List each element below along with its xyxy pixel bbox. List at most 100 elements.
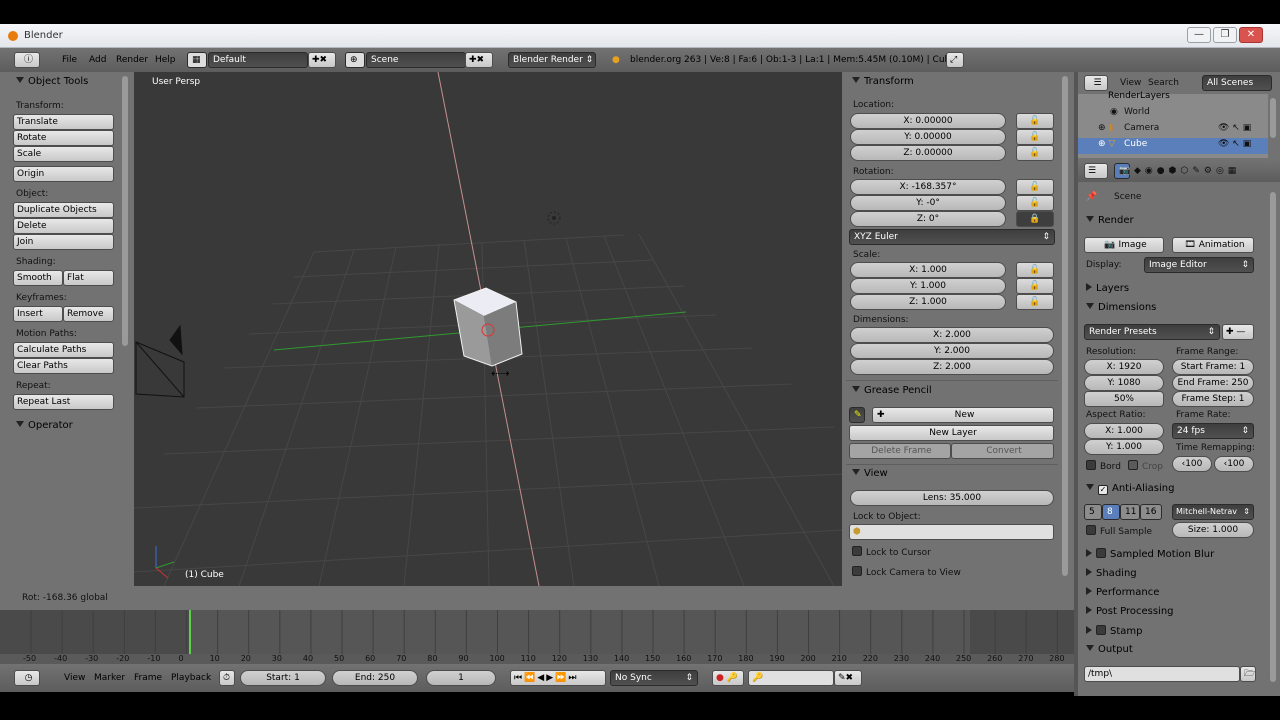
- outliner-item-world[interactable]: World: [1124, 107, 1150, 117]
- delete-button[interactable]: Delete: [13, 218, 114, 234]
- lock-scale-z-icon[interactable]: 🔓: [1016, 294, 1054, 310]
- crop-checkbox[interactable]: Crop: [1128, 460, 1163, 472]
- maximize-button[interactable]: ❐: [1213, 27, 1237, 43]
- display-select[interactable]: Image Editor ⇕: [1144, 257, 1254, 273]
- minimize-button[interactable]: —: [1187, 27, 1211, 43]
- view-panel-header[interactable]: View: [852, 468, 888, 479]
- resolution-x-field[interactable]: X: 1920: [1084, 359, 1164, 375]
- operator-header[interactable]: Operator: [16, 420, 73, 431]
- rotate-button[interactable]: Rotate: [13, 130, 114, 146]
- full-sample-checkbox[interactable]: Full Sample: [1086, 525, 1152, 537]
- convert-button[interactable]: Convert: [951, 443, 1054, 459]
- calculate-paths-button[interactable]: Calculate Paths: [13, 342, 114, 358]
- aa-samples-16[interactable]: 16: [1140, 504, 1162, 520]
- screen-layout-field[interactable]: Default: [208, 52, 308, 68]
- dimension-x-field[interactable]: X: 2.000: [850, 327, 1054, 343]
- border-checkbox[interactable]: Bord: [1086, 460, 1121, 472]
- outliner-search-menu[interactable]: Search: [1148, 78, 1179, 88]
- delete-frame-button[interactable]: Delete Frame: [849, 443, 951, 459]
- remove-keyframe-button[interactable]: Remove: [63, 306, 114, 322]
- outliner-view-menu[interactable]: View: [1120, 78, 1141, 88]
- timeline-menu-playback[interactable]: Playback: [171, 673, 211, 683]
- dimensions-panel-header[interactable]: Dimensions: [1086, 302, 1156, 313]
- 3d-viewport[interactable]: ⇠⇢ User Persp (1) Cube: [134, 72, 842, 586]
- location-y-field[interactable]: Y: 0.00000: [850, 129, 1006, 145]
- outliner-item-renderlayers[interactable]: RenderLayers: [1108, 91, 1170, 101]
- scale-x-field[interactable]: X: 1.000: [850, 262, 1006, 278]
- menu-render[interactable]: Render: [116, 55, 148, 65]
- clear-paths-button[interactable]: Clear Paths: [13, 358, 114, 374]
- repeat-last-button[interactable]: Repeat Last: [13, 394, 114, 410]
- start-frame-field[interactable]: Start Frame: 1: [1172, 359, 1254, 375]
- pin-icon[interactable]: 📌: [1086, 192, 1097, 202]
- presets-add-remove-icon[interactable]: ✚ —: [1222, 324, 1254, 340]
- translate-button[interactable]: Translate: [13, 114, 114, 130]
- render-presets-select[interactable]: Render Presets ⇕: [1084, 324, 1220, 340]
- current-frame-field[interactable]: 1: [426, 670, 496, 686]
- timeline-menu-view[interactable]: View: [64, 673, 85, 683]
- fullscreen-icon[interactable]: ⤢: [946, 52, 964, 68]
- render-panel-header[interactable]: Render: [1086, 215, 1134, 226]
- dimension-z-field[interactable]: Z: 2.000: [850, 359, 1054, 375]
- current-frame-indicator[interactable]: [189, 610, 191, 654]
- lock-rotation-x-icon[interactable]: 🔓: [1016, 179, 1054, 195]
- screen-layout-icon[interactable]: ▦: [187, 52, 207, 68]
- rotation-z-field[interactable]: Z: 0°: [850, 211, 1006, 227]
- post-processing-panel-header[interactable]: Post Processing: [1086, 606, 1174, 617]
- smooth-button[interactable]: Smooth: [13, 270, 63, 286]
- scale-button[interactable]: Scale: [13, 146, 114, 162]
- tool-shelf-scrollbar[interactable]: [122, 76, 128, 346]
- n-panel-scrollbar[interactable]: [1062, 76, 1068, 576]
- end-frame-field[interactable]: End Frame: 250: [1172, 375, 1254, 391]
- frame-step-field[interactable]: Frame Step: 1: [1172, 391, 1254, 407]
- layers-panel-header[interactable]: Layers: [1086, 283, 1129, 294]
- rotation-mode-select[interactable]: XYZ Euler ⇕: [849, 229, 1055, 245]
- scene-field[interactable]: Scene: [366, 52, 466, 68]
- properties-editor-icon[interactable]: ☰: [1084, 163, 1108, 179]
- time-remap-new-field[interactable]: ‹100: [1214, 456, 1254, 472]
- record-keyframe-icon[interactable]: ● 🔑: [712, 670, 744, 686]
- aspect-y-field[interactable]: Y: 1.000: [1084, 439, 1164, 455]
- dimension-y-field[interactable]: Y: 2.000: [850, 343, 1054, 359]
- new-layer-button[interactable]: New Layer: [849, 425, 1054, 441]
- rotation-y-field[interactable]: Y: -0°: [850, 195, 1006, 211]
- insert-keyframe-button[interactable]: Insert: [13, 306, 63, 322]
- time-remap-old-field[interactable]: ‹100: [1172, 456, 1212, 472]
- cube-object[interactable]: [453, 287, 523, 367]
- menu-add[interactable]: Add: [89, 55, 106, 65]
- lock-rotation-z-icon[interactable]: 🔒: [1016, 211, 1054, 227]
- all-scenes-select[interactable]: All Scenes: [1202, 75, 1272, 91]
- frame-rate-select[interactable]: 24 fps ⇕: [1172, 423, 1254, 439]
- output-panel-header[interactable]: Output: [1086, 644, 1133, 655]
- render-image-button[interactable]: 📷 Image: [1084, 237, 1164, 253]
- motion-blur-panel-header[interactable]: Sampled Motion Blur: [1086, 548, 1214, 560]
- aspect-x-field[interactable]: X: 1.000: [1084, 423, 1164, 439]
- origin-button[interactable]: Origin: [13, 166, 114, 182]
- lock-object-field[interactable]: ⬢: [849, 524, 1054, 540]
- close-button[interactable]: ✕: [1239, 27, 1263, 43]
- rotation-x-field[interactable]: X: -168.357°: [850, 179, 1006, 195]
- context-tabs-icon[interactable]: ◆◉●⬢⬡✎⚙◎▦: [1134, 166, 1240, 176]
- aa-samples-8[interactable]: 8: [1102, 504, 1120, 520]
- lock-location-z-icon[interactable]: 🔓: [1016, 145, 1054, 161]
- lock-location-y-icon[interactable]: 🔓: [1016, 129, 1054, 145]
- aa-size-field[interactable]: Size: 1.000: [1172, 522, 1254, 538]
- outliner-editor-icon[interactable]: ☰: [1084, 75, 1108, 91]
- lock-scale-x-icon[interactable]: 🔓: [1016, 262, 1054, 278]
- outliner-item-cube[interactable]: Cube: [1124, 139, 1147, 149]
- stamp-panel-header[interactable]: Stamp: [1086, 625, 1143, 637]
- preview-range-icon[interactable]: ⏱: [219, 670, 235, 686]
- layout-add-remove-icon[interactable]: ✚✖: [308, 52, 336, 68]
- aa-filter-select[interactable]: Mitchell-Netrav ⇕: [1172, 504, 1254, 520]
- resolution-percent-field[interactable]: 50%: [1084, 391, 1164, 407]
- timeline-menu-frame[interactable]: Frame: [134, 673, 162, 683]
- playback-controls-icon[interactable]: ⏮⏪◀▶⏩⏭: [510, 670, 606, 686]
- visibility-eye-icon[interactable]: 👁 ↖ ▣: [1218, 123, 1251, 133]
- aa-samples-11[interactable]: 11: [1120, 504, 1140, 520]
- shading-panel-header[interactable]: Shading: [1086, 568, 1137, 579]
- anti-aliasing-panel-header[interactable]: ✓ Anti-Aliasing: [1086, 483, 1174, 495]
- timeline-menu-marker[interactable]: Marker: [94, 673, 125, 683]
- duplicate-objects-button[interactable]: Duplicate Objects: [13, 202, 114, 218]
- transform-panel-header[interactable]: Transform: [852, 76, 914, 87]
- editor-type-icon[interactable]: ⓘ: [14, 52, 40, 68]
